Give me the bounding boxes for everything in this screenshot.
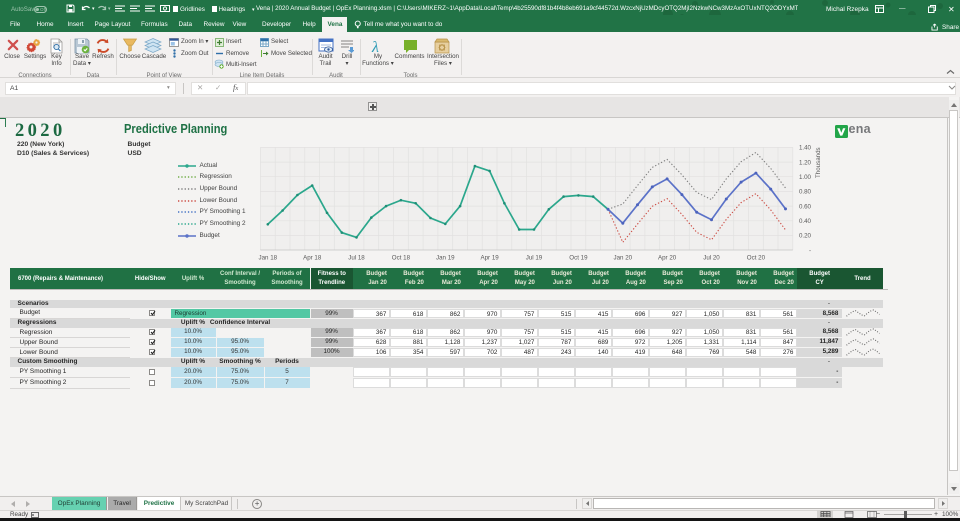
svg-text:Oct 18: Oct 18 (392, 255, 411, 262)
svg-text:0.40: 0.40 (799, 218, 812, 225)
svg-text:Jan 18: Jan 18 (259, 255, 278, 262)
svg-text:Jan 19: Jan 19 (436, 255, 455, 262)
svg-text:Jul 18: Jul 18 (348, 255, 365, 262)
svg-text:1.20: 1.20 (799, 159, 812, 166)
svg-text:1.40: 1.40 (799, 145, 812, 152)
svg-text:0.20: 0.20 (799, 233, 812, 240)
svg-text:Jul 19: Jul 19 (526, 255, 543, 262)
svg-text:Oct 20: Oct 20 (747, 255, 766, 262)
svg-text:Jul 20: Jul 20 (703, 255, 720, 262)
svg-text:-: - (809, 247, 811, 254)
svg-text:Oct 19: Oct 19 (569, 255, 588, 262)
svg-text:Jan 20: Jan 20 (614, 255, 633, 262)
svg-text:0.60: 0.60 (799, 203, 812, 210)
svg-text:0.80: 0.80 (799, 189, 812, 196)
svg-text:1.00: 1.00 (799, 174, 812, 181)
svg-text:Apr 18: Apr 18 (303, 255, 322, 262)
svg-text:Apr 20: Apr 20 (658, 255, 677, 262)
svg-text:Thousands: Thousands (815, 147, 822, 178)
svg-text:Apr 19: Apr 19 (480, 255, 499, 262)
